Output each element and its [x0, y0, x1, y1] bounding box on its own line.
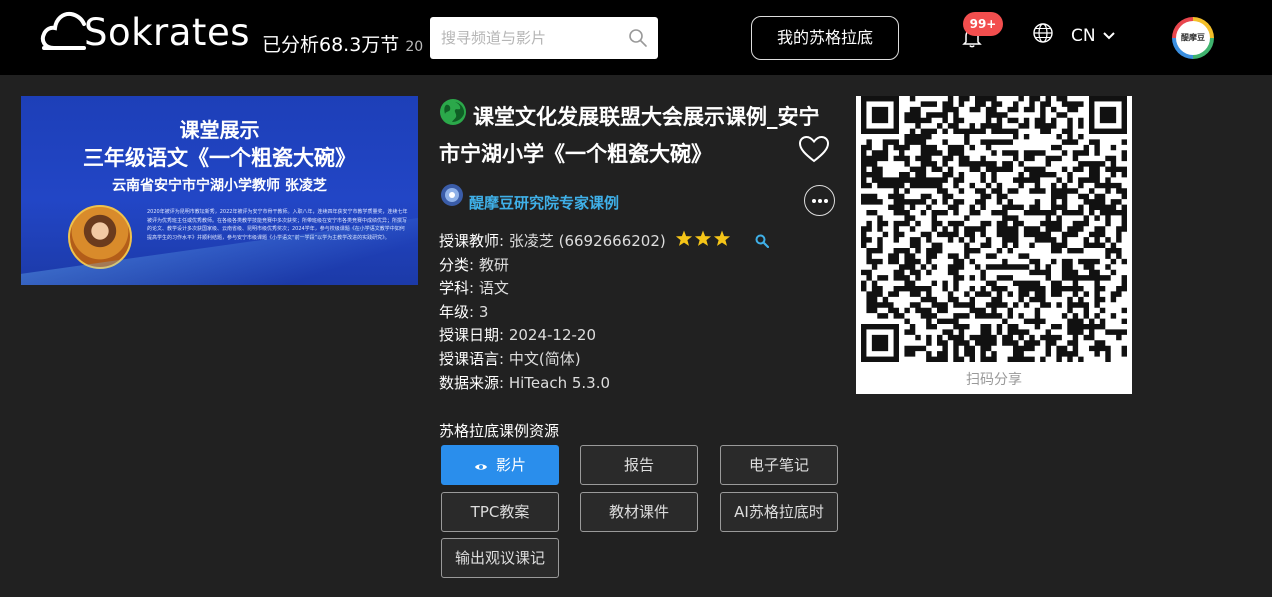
star-icon	[675, 230, 692, 246]
star-icon	[713, 230, 730, 246]
eye-icon	[474, 464, 487, 470]
teacher-photo	[68, 205, 132, 269]
search-teacher-icon[interactable]	[755, 234, 770, 248]
more-options-button[interactable]	[804, 185, 835, 216]
notification-badge[interactable]: 99+	[963, 12, 1003, 36]
lesson-info: 授课教师: 张凌芝 (6692666202) 分类: 教研 学科: 语文 年级:…	[439, 230, 770, 395]
star-rating-icon	[675, 230, 730, 246]
org-link[interactable]: 醍摩豆研究院专家课例	[469, 192, 619, 213]
heart-icon[interactable]	[797, 134, 831, 164]
resources-heading: 苏格拉底课例资源	[439, 422, 560, 440]
logo-text: Sokrates	[84, 11, 250, 54]
avatar-label: 醍摩豆	[1176, 21, 1210, 55]
info-date: 授课日期: 2024-12-20	[439, 326, 597, 345]
search-input[interactable]	[430, 17, 620, 59]
top-header: Sokrates 已分析68.3万节 20 我的苏格拉底 99+ CN 醍摩豆	[0, 0, 1272, 75]
qr-caption: 扫码分享	[966, 372, 1022, 388]
star-icon	[694, 230, 711, 246]
search-box	[430, 17, 658, 59]
qr-finder	[1099, 106, 1117, 124]
org-logo-icon	[441, 184, 463, 206]
ai-sokrates-button[interactable]: AI苏格拉底时	[720, 492, 838, 532]
my-sokrates-button[interactable]: 我的苏格拉底	[751, 16, 899, 60]
banner-title: 三年级语文《一个粗瓷大碗》	[83, 146, 356, 170]
banner-teacher: 云南省安宁市宁湖小学教师 张凌芝	[112, 178, 327, 194]
info-category: 分类: 教研	[439, 255, 509, 274]
qr-share-card: 扫码分享	[856, 96, 1132, 394]
report-button[interactable]: 报告	[580, 445, 698, 485]
analyzed-count: 已分析68.3万节 20	[262, 34, 424, 56]
qr-code-icon[interactable]	[861, 96, 1127, 362]
search-icon[interactable]	[628, 28, 648, 48]
info-subject: 学科: 语文	[439, 279, 509, 298]
avatar[interactable]: 醍摩豆	[1172, 17, 1214, 59]
info-language: 授课语言: 中文(简体)	[439, 349, 581, 368]
info-source: 数据来源: HiTeach 5.3.0	[439, 373, 611, 392]
qr-finder	[871, 106, 889, 124]
chevron-down-icon[interactable]	[1103, 31, 1115, 41]
info-teacher: 授课教师: 张凌芝 (6692666202)	[439, 230, 770, 254]
language-selector[interactable]: CN	[1071, 26, 1096, 46]
lesson-title: 课堂文化发展联盟大会展示课例_安宁市宁湖小学《一个粗瓷大碗》	[439, 105, 820, 166]
more-dot-icon	[812, 199, 816, 203]
banner-description: 2020年被评为昆明市教坛新秀，2022年被评为安宁市骨干教师。入职八年，连续四…	[147, 209, 408, 241]
tpc-plan-button[interactable]: TPC教案	[441, 492, 559, 532]
video-button[interactable]: 影片	[441, 445, 559, 485]
courseware-button[interactable]: 教材课件	[580, 492, 698, 532]
globe-icon[interactable]	[1032, 22, 1054, 44]
export-observation-button[interactable]: 输出观议课记	[441, 538, 559, 578]
lesson-thumbnail[interactable]: 课堂展示 三年级语文《一个粗瓷大碗》 云南省安宁市宁湖小学教师 张凌芝 2020…	[21, 96, 418, 285]
banner-heading: 课堂展示	[179, 118, 260, 142]
qr-modules	[861, 96, 1127, 362]
sokrates-logo[interactable]: Sokrates	[40, 8, 260, 60]
e-notes-button[interactable]: 电子笔记	[720, 445, 838, 485]
more-dot-icon	[818, 199, 822, 203]
qr-finder	[871, 334, 889, 352]
more-dot-icon	[824, 199, 828, 203]
info-grade: 年级: 3	[439, 302, 489, 321]
